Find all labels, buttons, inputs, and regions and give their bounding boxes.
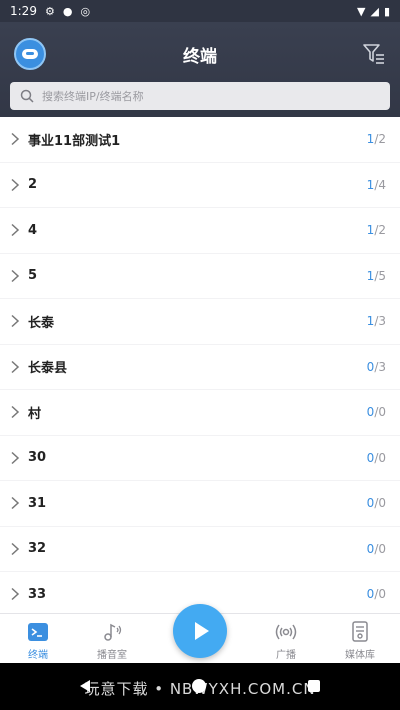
page-title: 终端	[183, 47, 217, 67]
terminal-group-name: 32	[28, 541, 47, 557]
wifi-icon: ▼	[357, 4, 366, 18]
search-icon	[20, 89, 34, 103]
terminal-count: 1/5	[366, 268, 386, 283]
tab-label: 广播	[276, 650, 296, 661]
terminal-count: 0/3	[366, 359, 386, 374]
settings-status-icon: ⚙	[44, 4, 55, 18]
terminal-group-row[interactable]: 长泰县 0/3	[0, 344, 400, 389]
terminal-count: 0/0	[366, 405, 386, 420]
data-saver-icon: ◎	[80, 4, 91, 18]
battery-icon: ▮	[383, 4, 390, 18]
total-count: 3	[378, 314, 386, 329]
system-nav-bar: 玩意下载 • NBWYXH.COM.CN	[0, 663, 400, 710]
tab-label: 终端	[28, 650, 48, 661]
app-header: 终端	[0, 22, 400, 117]
terminal-icon	[28, 623, 48, 641]
filter-icon	[363, 44, 384, 64]
terminal-count: 0/0	[366, 450, 386, 465]
terminal-group-name: 长泰县	[28, 361, 68, 377]
total-count: 2	[378, 223, 386, 238]
search-input[interactable]	[42, 89, 362, 103]
total-count: 0	[378, 496, 386, 511]
terminal-count: 1/3	[366, 314, 386, 329]
total-count: 5	[378, 268, 386, 283]
terminal-group-row[interactable]: 31 0/0	[0, 481, 400, 526]
total-count: 4	[378, 177, 386, 192]
terminal-group-name: 事业11部测试1	[28, 133, 121, 149]
chevron-right-icon	[11, 315, 20, 328]
chevron-right-icon	[11, 451, 20, 464]
terminal-list: 事业11部测试1 1/2 2 1/4 4 1/2 5 1/5 长泰 1/3 长泰…	[0, 117, 400, 613]
terminal-group-name: 2	[28, 177, 38, 193]
avatar-button[interactable]	[14, 38, 46, 70]
play-icon	[195, 622, 209, 640]
chevron-right-icon	[11, 269, 20, 282]
filter-button[interactable]	[362, 42, 386, 66]
terminal-count: 0/0	[366, 587, 386, 602]
terminal-group-name: 33	[28, 586, 47, 602]
chevron-right-icon	[11, 588, 20, 601]
tab-media-library[interactable]: 媒体库	[330, 614, 390, 664]
terminal-group-name: 长泰	[28, 315, 55, 331]
terminal-group-name: 村	[28, 406, 42, 422]
total-count: 3	[378, 359, 386, 374]
user-avatar-icon	[22, 49, 38, 59]
chevron-right-icon	[11, 542, 20, 555]
terminal-group-row[interactable]: 5 1/5	[0, 253, 400, 298]
notification-dot-icon: ●	[62, 4, 73, 18]
total-count: 2	[378, 132, 386, 147]
watermark: 玩意下载 • NBWYXH.COM.CN	[84, 680, 316, 698]
terminal-group-row[interactable]: 事业11部测试1 1/2	[0, 117, 400, 162]
tab-label: 播音室	[97, 650, 127, 661]
tab-broadcast[interactable]: 广播	[256, 614, 316, 664]
total-count: 0	[378, 541, 386, 556]
tab-broadcast-room[interactable]: 播音室	[82, 614, 142, 664]
total-count: 0	[378, 450, 386, 465]
cell-signal-icon: ◢	[370, 4, 379, 18]
chevron-right-icon	[11, 497, 20, 510]
terminal-group-row[interactable]: 32 0/0	[0, 526, 400, 571]
status-bar: 1:29 ⚙ ● ◎ ▼ ◢ ▮	[0, 0, 400, 22]
terminal-count: 1/2	[366, 132, 386, 147]
total-count: 0	[378, 405, 386, 420]
terminal-count: 1/2	[366, 223, 386, 238]
music-note-icon	[104, 623, 122, 641]
terminal-count: 0/0	[366, 541, 386, 556]
terminal-group-name: 30	[28, 450, 47, 466]
chevron-right-icon	[11, 178, 20, 191]
terminal-group-row[interactable]: 村 0/0	[0, 390, 400, 435]
radio-broadcast-icon	[275, 624, 297, 640]
terminal-group-name: 31	[28, 495, 47, 511]
terminal-group-name: 4	[28, 222, 38, 238]
terminal-group-row[interactable]: 2 1/4	[0, 162, 400, 207]
media-document-icon	[352, 621, 368, 642]
chevron-right-icon	[11, 360, 20, 373]
search-box[interactable]	[10, 82, 390, 110]
terminal-count: 1/4	[366, 177, 386, 192]
terminal-group-row[interactable]: 30 0/0	[0, 435, 400, 480]
tab-terminal[interactable]: 终端	[8, 614, 68, 664]
header-row: 终端	[0, 22, 400, 77]
terminal-group-name: 5	[28, 268, 38, 284]
status-time: 1:29	[10, 4, 37, 18]
total-count: 0	[378, 587, 386, 602]
play-button[interactable]	[173, 604, 227, 658]
chevron-right-icon	[11, 133, 20, 146]
terminal-group-row[interactable]: 4 1/2	[0, 208, 400, 253]
terminal-group-row[interactable]: 长泰 1/3	[0, 299, 400, 344]
chevron-right-icon	[11, 224, 20, 237]
terminal-count: 0/0	[366, 496, 386, 511]
chevron-right-icon	[11, 406, 20, 419]
tab-label: 媒体库	[345, 650, 375, 661]
